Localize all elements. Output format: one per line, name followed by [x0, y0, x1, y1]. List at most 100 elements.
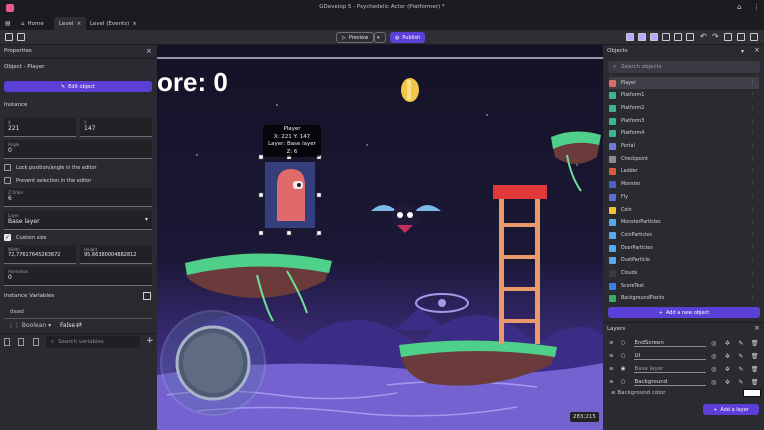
more-options-icon[interactable]: ⋮	[750, 284, 755, 289]
variable-name[interactable]: dead	[10, 309, 24, 315]
drag-handle-icon[interactable]: ≡	[609, 353, 619, 359]
more-options-icon[interactable]: ⋮	[750, 258, 755, 263]
layer-selected-radio[interactable]: ○	[621, 353, 632, 359]
z-order-field[interactable]: Z Order 6	[4, 188, 152, 207]
more-options-icon[interactable]: ⋮	[750, 208, 755, 213]
animation-field[interactable]: Animation 0	[4, 267, 152, 286]
tab-level-events[interactable]: Level (Events) ×	[85, 17, 142, 30]
layer-selected-radio[interactable]: ◉	[621, 366, 632, 372]
layer-name[interactable]: Background	[634, 379, 707, 386]
delete-layer-icon[interactable]: 🗑	[748, 353, 761, 360]
tab-level[interactable]: Level ×	[54, 17, 87, 30]
background-color-swatch[interactable]	[743, 389, 761, 397]
copy-icon[interactable]	[4, 338, 10, 346]
layer-name[interactable]: UI	[634, 353, 707, 360]
add-object-button[interactable]: + Add a new object	[608, 307, 760, 318]
object-item[interactable]: Platform1 ⋮	[609, 90, 759, 102]
copy-icon[interactable]	[724, 33, 732, 41]
object-item[interactable]: Portal ⋮	[609, 141, 759, 153]
layer-name[interactable]: Base layer	[634, 366, 707, 373]
object-item[interactable]: ScoreText ⋮	[609, 280, 759, 292]
more-options-icon[interactable]: ⋮	[750, 81, 755, 86]
debug-icon[interactable]	[17, 33, 25, 41]
close-icon[interactable]: ×	[146, 47, 152, 55]
visibility-icon[interactable]: ◎	[707, 353, 720, 360]
delete-icon[interactable]	[737, 33, 745, 41]
edit-layer-icon[interactable]: ✎	[735, 353, 748, 360]
lighting-icon[interactable]: ✲	[721, 340, 734, 347]
object-item[interactable]: DoorParticles ⋮	[609, 242, 759, 254]
more-options-icon[interactable]: ⋮	[750, 106, 755, 111]
y-field[interactable]: Y 147	[80, 118, 152, 137]
custom-size-checkbox[interactable]: ✓	[4, 234, 11, 241]
project-manager-icon[interactable]: ▤	[5, 20, 11, 27]
publish-button[interactable]: ◍ Publish	[390, 32, 426, 43]
layer-selected-radio[interactable]: ○	[621, 379, 632, 385]
more-options-icon[interactable]: ⋮	[750, 182, 755, 187]
redo-icon[interactable]: ↷	[712, 32, 719, 41]
object-item[interactable]: Platform4 ⋮	[609, 128, 759, 140]
preview-button[interactable]: ▷ Preview	[336, 32, 375, 43]
object-item[interactable]: Monster ⋮	[609, 179, 759, 191]
layer-item[interactable]: ≡ ◉ Base layer ◎ ✲ ✎ 🗑	[609, 363, 761, 375]
variable-value[interactable]: False	[60, 322, 75, 329]
more-options-icon[interactable]: ⋮	[750, 195, 755, 200]
properties-panel-icon[interactable]	[638, 33, 646, 41]
object-item[interactable]: DustParticle ⋮	[609, 255, 759, 267]
delete-layer-icon[interactable]: 🗑	[748, 379, 761, 386]
preview-dropdown[interactable]: ▾	[374, 32, 386, 43]
more-options-icon[interactable]: ⋮	[750, 220, 755, 225]
edit-layer-icon[interactable]: ✎	[735, 340, 748, 347]
delete-layer-icon[interactable]: 🗑	[748, 366, 761, 373]
home-icon[interactable]: ⌂	[737, 3, 741, 11]
lighting-icon[interactable]: ✲	[721, 366, 734, 373]
height-field[interactable]: Height 95,66380004882812	[80, 245, 152, 264]
more-options-icon[interactable]: ⋮	[750, 119, 755, 124]
object-item[interactable]: Clouds ⋮	[609, 268, 759, 280]
scene-canvas[interactable]: ore: 0 Player X: 221 Y: 147 Layer: Base …	[157, 45, 603, 430]
instances-list-icon[interactable]	[662, 33, 670, 41]
more-options-icon[interactable]: ⋮	[750, 93, 755, 98]
angle-field[interactable]: Angle 0	[4, 140, 152, 159]
object-item[interactable]: Ladder ⋮	[609, 166, 759, 178]
lighting-icon[interactable]: ✲	[721, 353, 734, 360]
drag-handle-icon[interactable]: ≡	[609, 366, 619, 372]
open-external-icon[interactable]	[143, 292, 151, 300]
layer-name[interactable]: EndScreen	[634, 340, 707, 347]
objects-panel-icon[interactable]	[626, 33, 634, 41]
search-objects-input[interactable]: ⌕ Search objects	[608, 61, 760, 73]
delete-layer-icon[interactable]: 🗑	[748, 340, 761, 347]
close-tab-icon[interactable]: ×	[77, 21, 82, 27]
paste-icon[interactable]	[18, 338, 24, 346]
width-field[interactable]: Width 72,77617645263672	[4, 245, 76, 264]
close-icon[interactable]: ×	[754, 324, 760, 332]
grid-icon[interactable]	[674, 33, 682, 41]
object-item[interactable]: Platform3 ⋮	[609, 115, 759, 127]
object-item[interactable]: BackgroundPlants ⋮	[609, 293, 759, 305]
visibility-icon[interactable]: ◎	[707, 340, 720, 347]
layer-selected-radio[interactable]: ○	[621, 340, 632, 346]
object-item[interactable]: Checkpoint ⋮	[609, 153, 759, 165]
edit-layer-icon[interactable]: ✎	[735, 366, 748, 373]
object-item[interactable]: Fly ⋮	[609, 191, 759, 203]
object-item[interactable]: CoinParticles ⋮	[609, 229, 759, 241]
object-item[interactable]: MonsterParticles ⋮	[609, 217, 759, 229]
edit-object-button[interactable]: ✎ Edit object	[4, 81, 152, 92]
lock-checkbox[interactable]	[4, 164, 11, 171]
object-item[interactable]: Player ⋮	[609, 77, 759, 89]
more-options-icon[interactable]: ⋮	[750, 233, 755, 238]
edit-layer-icon[interactable]: ✎	[735, 379, 748, 386]
tab-home[interactable]: ⌂ Home	[16, 17, 49, 30]
layer-item[interactable]: ≡ ○ EndScreen ◎ ✲ ✎ 🗑	[609, 337, 761, 349]
undo-icon[interactable]: ↶	[700, 32, 707, 41]
object-item[interactable]: Platform2 ⋮	[609, 102, 759, 114]
more-options-icon[interactable]: ⋮	[750, 296, 755, 301]
drag-handle-icon[interactable]: ≡	[609, 379, 619, 385]
more-options-icon[interactable]: ⋮	[750, 131, 755, 136]
x-field[interactable]: X 221	[4, 118, 76, 137]
more-options-icon[interactable]: ⋮	[750, 157, 755, 162]
swap-icon[interactable]: ⇄	[76, 321, 82, 329]
lighting-icon[interactable]: ✲	[721, 379, 734, 386]
layer-item[interactable]: ≡ ○ UI ◎ ✲ ✎ 🗑	[609, 350, 761, 362]
project-icon[interactable]	[5, 33, 13, 41]
